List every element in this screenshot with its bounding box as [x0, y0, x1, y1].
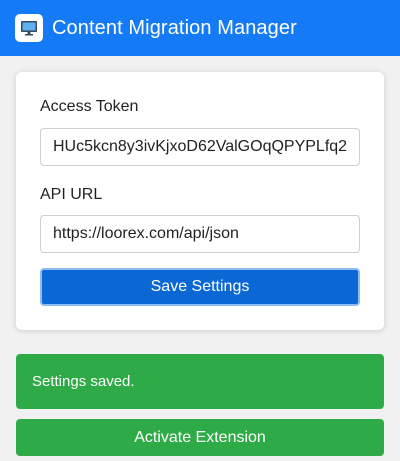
access-token-label: Access Token: [40, 98, 139, 115]
status-message: Settings saved.: [16, 354, 384, 409]
api-url-input[interactable]: [40, 215, 360, 253]
settings-card: Access Token API URL Save Settings: [16, 72, 384, 330]
api-url-label: API URL: [40, 186, 103, 203]
save-settings-button[interactable]: Save Settings: [40, 268, 360, 306]
monitor-icon: [15, 14, 43, 42]
app-title: Content Migration Manager: [52, 16, 297, 39]
activate-extension-button[interactable]: Activate Extension: [16, 419, 384, 456]
access-token-input[interactable]: [40, 128, 360, 166]
app-header: Content Migration Manager: [0, 0, 400, 56]
